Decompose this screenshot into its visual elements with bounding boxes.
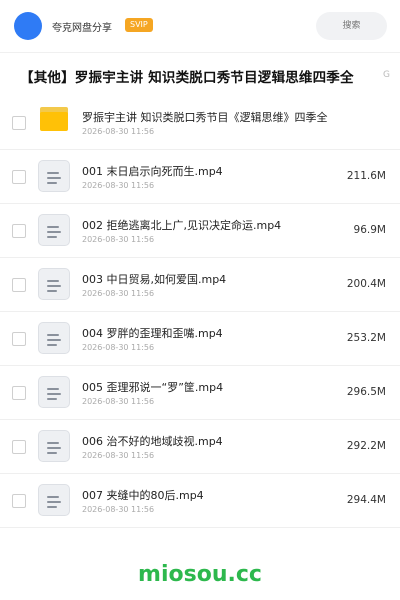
modified-date: 2026-08-30 11:56 xyxy=(82,127,155,136)
row-checkbox[interactable] xyxy=(12,170,26,184)
document-icon xyxy=(38,484,70,516)
document-icon xyxy=(38,214,70,246)
file-size: 292.2M xyxy=(346,440,386,452)
top-bar: 夸克网盘分享 SVIP xyxy=(0,0,400,53)
app-name: 夸克网盘分享 xyxy=(52,23,112,34)
file-size: 294.4M xyxy=(346,494,386,506)
modified-date: 2026-08-30 11:56 xyxy=(82,235,155,244)
file-row[interactable]: 006 治不好的地域歧视.mp4 2026-08-30 11:56 292.2M xyxy=(0,420,400,474)
file-size: 211.6M xyxy=(346,170,386,182)
file-row[interactable]: 002 拒绝逃离北上广,见识决定命运.mp4 2026-08-30 11:56 96… xyxy=(0,204,400,258)
file-name[interactable]: 003 中日贸易,如何爱国.mp4 xyxy=(82,271,226,287)
watermark: miosou.cc xyxy=(138,562,262,587)
search-input[interactable] xyxy=(316,12,387,40)
modified-date: 2026-08-30 11:56 xyxy=(82,505,155,514)
folder-icon xyxy=(40,107,68,131)
row-checkbox[interactable] xyxy=(12,116,26,130)
file-name[interactable]: 001 末日启示向死而生.mp4 xyxy=(82,163,223,179)
file-list: 罗振宇主讲 知识类脱口秀节目《逻辑思维》四季全 2026-08-30 11:56 0… xyxy=(0,96,400,528)
avatar[interactable] xyxy=(14,12,42,40)
document-icon xyxy=(38,268,70,300)
row-checkbox[interactable] xyxy=(12,224,26,238)
modified-date: 2026-08-30 11:56 xyxy=(82,451,155,460)
row-checkbox[interactable] xyxy=(12,278,26,292)
file-size: 253.2M xyxy=(346,332,386,344)
page-title: 【其他】罗振宇主讲 知识类脱口秀节目逻辑思维四季全 xyxy=(20,70,354,86)
row-checkbox[interactable] xyxy=(12,440,26,454)
svip-badge: SVIP xyxy=(125,18,153,32)
file-name[interactable]: 006 治不好的地域歧视.mp4 xyxy=(82,433,223,449)
file-name[interactable]: 005 歪理邪说一“罗”筐.mp4 xyxy=(82,379,223,395)
file-size: 200.4M xyxy=(346,278,386,290)
row-checkbox[interactable] xyxy=(12,386,26,400)
document-icon xyxy=(38,376,70,408)
file-row[interactable]: 005 歪理邪说一“罗”筐.mp4 2026-08-30 11:56 296.5M xyxy=(0,366,400,420)
document-icon xyxy=(38,160,70,192)
row-checkbox[interactable] xyxy=(12,494,26,508)
file-name[interactable]: 004 罗胖的歪理和歪嘴.mp4 xyxy=(82,325,223,341)
modified-date: 2026-08-30 11:56 xyxy=(82,289,155,298)
folder-title-bar: G 【其他】罗振宇主讲 知识类脱口秀节目逻辑思维四季全 xyxy=(0,52,400,97)
modified-date: 2026-08-30 11:56 xyxy=(82,181,155,190)
file-row[interactable]: 003 中日贸易,如何爱国.mp4 2026-08-30 11:56 200.4M xyxy=(0,258,400,312)
file-row[interactable]: 007 夹缝中的80后.mp4 2026-08-30 11:56 294.4M xyxy=(0,474,400,528)
file-row[interactable]: 001 末日启示向死而生.mp4 2026-08-30 11:56 211.6M xyxy=(0,150,400,204)
file-name[interactable]: 007 夹缝中的80后.mp4 xyxy=(82,487,204,503)
folder-row[interactable]: 罗振宇主讲 知识类脱口秀节目《逻辑思维》四季全 2026-08-30 11:56 xyxy=(0,96,400,150)
folder-name[interactable]: 罗振宇主讲 知识类脱口秀节目《逻辑思维》四季全 xyxy=(82,109,328,125)
row-checkbox[interactable] xyxy=(12,332,26,346)
file-size: 96.9M xyxy=(353,224,386,236)
file-size: 296.5M xyxy=(346,386,386,398)
title-overflow-text: G xyxy=(383,70,390,80)
file-row[interactable]: 004 罗胖的歪理和歪嘴.mp4 2026-08-30 11:56 253.2M xyxy=(0,312,400,366)
modified-date: 2026-08-30 11:56 xyxy=(82,397,155,406)
modified-date: 2026-08-30 11:56 xyxy=(82,343,155,352)
document-icon xyxy=(38,322,70,354)
file-name[interactable]: 002 拒绝逃离北上广,见识决定命运.mp4 xyxy=(82,217,281,233)
document-icon xyxy=(38,430,70,462)
